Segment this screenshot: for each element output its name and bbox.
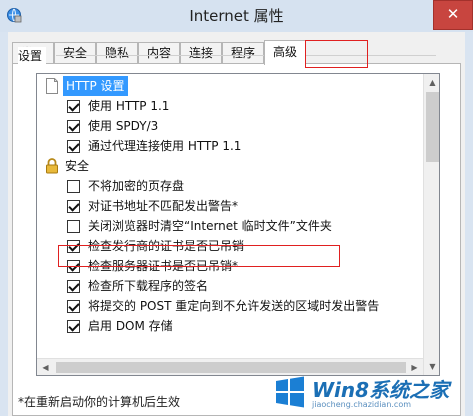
- list-item[interactable]: 对证书地址不匹配发出警告*: [37, 196, 421, 216]
- setting-label: 将提交的 POST 重定向到不允许发送的区域时发出警告: [88, 299, 380, 313]
- list-item[interactable]: 使用 SPDY/3: [37, 116, 421, 136]
- windows-logo-icon: [274, 376, 306, 408]
- close-button[interactable]: ✕: [433, 0, 473, 30]
- site-watermark: Win8系统之家 jiaocheng.chazidian.com: [272, 372, 473, 416]
- setting-label: 使用 HTTP 1.1: [88, 99, 170, 113]
- scroll-thumb[interactable]: [426, 92, 439, 162]
- list-item[interactable]: 启用 DOM 存储: [37, 316, 421, 336]
- page-icon: [45, 78, 59, 94]
- setting-label: 使用 SPDY/3: [88, 119, 159, 133]
- tree-group-label: 安全: [65, 159, 90, 173]
- setting-label: 不将加密的页存盘: [88, 179, 185, 193]
- setting-checkbox[interactable]: [67, 100, 80, 113]
- tab-connections[interactable]: 连接: [180, 42, 222, 64]
- tab-privacy[interactable]: 隐私: [96, 42, 138, 64]
- setting-checkbox[interactable]: [67, 200, 80, 213]
- setting-label: 检查所下载程序的签名: [88, 279, 209, 293]
- setting-checkbox[interactable]: [67, 120, 80, 133]
- settings-group-label: 设置: [18, 47, 47, 64]
- lock-icon: [45, 158, 59, 174]
- tree-group-http[interactable]: HTTP 设置: [37, 76, 421, 96]
- list-item[interactable]: 关闭浏览器时清空“Internet 临时文件”文件夹: [37, 216, 421, 236]
- list-item[interactable]: 使用 HTTP 1.1: [37, 96, 421, 116]
- setting-checkbox[interactable]: [67, 300, 80, 313]
- setting-checkbox[interactable]: [67, 140, 80, 153]
- tab-content[interactable]: 内容: [138, 42, 180, 64]
- tab-annotation-box: [305, 40, 368, 68]
- setting-checkbox[interactable]: [67, 180, 80, 193]
- settings-tree[interactable]: HTTP 设置 使用 HTTP 1.1 使用 SPDY/3 通过代理连接使用 H…: [36, 73, 440, 376]
- setting-annotation-box: [58, 245, 340, 267]
- tab-programs[interactable]: 程序: [222, 42, 264, 64]
- title-bar[interactable]: Internet 属性 ✕: [0, 0, 473, 32]
- tree-group-security[interactable]: 安全: [37, 156, 421, 176]
- scroll-left-arrow-icon[interactable]: ◀: [37, 359, 54, 375]
- tab-security[interactable]: 安全: [54, 42, 96, 64]
- setting-label: 启用 DOM 存储: [88, 319, 173, 333]
- watermark-url: jiaocheng.chazidian.com: [312, 400, 412, 409]
- window-title: Internet 属性: [189, 7, 284, 25]
- restart-note: *在重新启动你的计算机后生效: [18, 395, 181, 409]
- setting-label: 通过代理连接使用 HTTP 1.1: [88, 139, 242, 153]
- setting-label: 关闭浏览器时清空“Internet 临时文件”文件夹: [88, 219, 332, 233]
- list-item[interactable]: 不将加密的页存盘: [37, 176, 421, 196]
- list-item[interactable]: 将提交的 POST 重定向到不允许发送的区域时发出警告: [37, 296, 421, 316]
- list-item[interactable]: 检查所下载程序的签名: [37, 276, 421, 296]
- scroll-up-arrow-icon[interactable]: ▲: [424, 74, 439, 91]
- watermark-brand: Win8系统之家: [312, 378, 450, 402]
- setting-checkbox[interactable]: [67, 220, 80, 233]
- vertical-scrollbar[interactable]: ▲ ▼: [423, 74, 439, 375]
- setting-label: 对证书地址不匹配发出警告*: [88, 199, 239, 213]
- setting-checkbox[interactable]: [67, 320, 80, 333]
- setting-checkbox[interactable]: [67, 280, 80, 293]
- tab-advanced[interactable]: 高级: [264, 40, 306, 65]
- list-item[interactable]: 通过代理连接使用 HTTP 1.1: [37, 136, 421, 156]
- tree-group-label: HTTP 设置: [63, 76, 128, 96]
- group-divider: [56, 55, 436, 56]
